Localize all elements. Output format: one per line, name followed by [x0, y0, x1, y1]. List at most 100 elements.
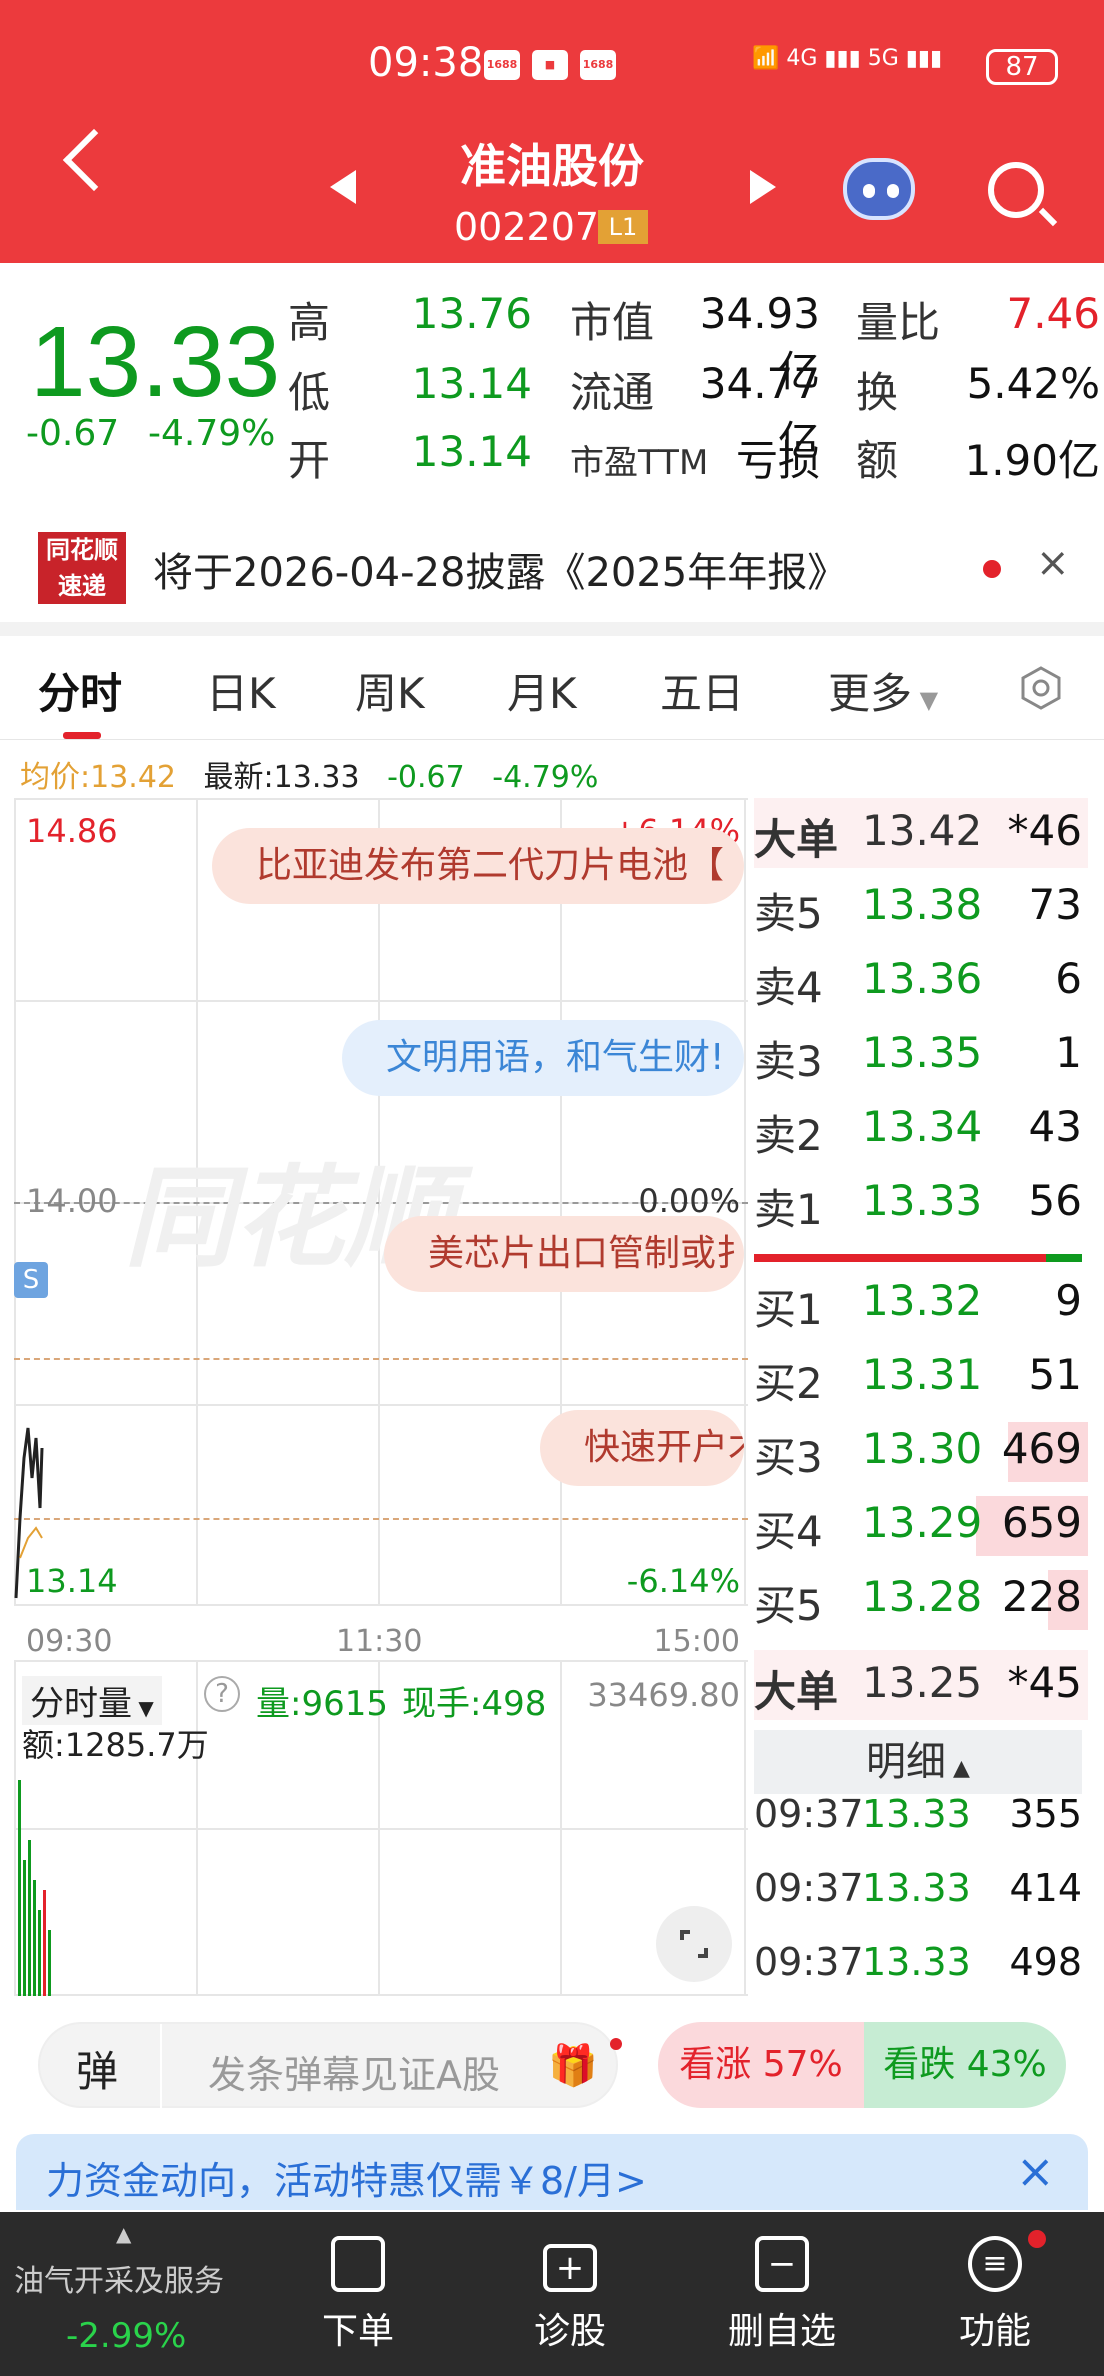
promo-text: 力资金动向，活动特惠仅需￥8/月> — [46, 2159, 647, 2203]
chart-mid-label: 14.00 — [26, 1182, 118, 1220]
ask-row-5[interactable]: 卖5 13.38 73 — [754, 872, 1088, 942]
danmu-bubble[interactable]: 美芯片出口管制或扌 — [384, 1216, 744, 1292]
bid-row-3[interactable]: 买3 13.30 469 — [754, 1416, 1088, 1486]
volratio-label: 量比 — [856, 298, 941, 347]
tick-row: 09:37 13.33 355 — [754, 1792, 1082, 1836]
chart-mid-pct: 0.00% — [638, 1182, 740, 1220]
latest-change-pct: -4.79% — [492, 760, 599, 795]
price-change-pct: -4.79% — [148, 413, 276, 454]
avg-price: 均价:13.42 — [20, 760, 176, 795]
ask-row-2[interactable]: 卖2 13.34 43 — [754, 1094, 1088, 1164]
chart-high-label: 14.86 — [26, 812, 118, 850]
search-icon[interactable] — [988, 162, 1044, 218]
volume-panel: 分时量 ▼ ? 量:9615 现手:498 33469.80 额:1285.7万 — [14, 1660, 748, 1996]
nav-diagnose[interactable]: + 诊股 — [505, 2236, 635, 2354]
amount-value: 1.90亿 — [964, 436, 1100, 485]
latest-change: -0.67 — [387, 760, 465, 795]
signal-icons: 📶 4G ▮▮▮ 5G ▮▮▮ — [752, 46, 943, 71]
notification-icon: ■ — [532, 50, 568, 80]
bid-row-2[interactable]: 买2 13.31 51 — [754, 1342, 1088, 1412]
close-icon[interactable]: × — [1036, 540, 1070, 586]
notification-dot — [1028, 2230, 1046, 2248]
bottom-nav: ▲ 油气开采及服务 -2.99% 下单 + 诊股 − 删自选 ≡ 功能 — [0, 2212, 1104, 2376]
tab-monthly-k[interactable]: 月K — [507, 660, 577, 721]
volume-bars — [18, 1780, 51, 1996]
price-line — [14, 1427, 44, 1599]
ask-row-1[interactable]: 卖1 13.33 56 — [754, 1168, 1088, 1238]
nav-remove-watchlist[interactable]: − 删自选 — [717, 2236, 847, 2354]
sector-name[interactable]: 油气开采及服务 — [14, 2256, 224, 2300]
float-label: 流通 — [570, 368, 655, 417]
next-stock-icon[interactable] — [750, 170, 776, 204]
danmu-bubble[interactable]: 文明用语，和气生财! — [342, 1020, 744, 1096]
buy-sell-ratio-bar — [754, 1254, 1046, 1262]
turnover-value: 5.42% — [966, 359, 1100, 408]
tab-more[interactable]: 更多 ▼ — [828, 660, 938, 721]
notice-text[interactable]: 将于2026-04-28披露《2025年年报》 — [153, 540, 847, 598]
tick-row: 09:37 13.33 498 — [754, 1940, 1082, 1984]
turnover-label: 换 — [856, 368, 899, 417]
minus-icon: − — [755, 2236, 809, 2292]
stock-code: 002207 — [454, 205, 600, 249]
bid-row-4[interactable]: 买4 13.29 659 — [754, 1490, 1088, 1560]
nav-order[interactable]: 下单 — [293, 2236, 423, 2354]
header-bar: 09:38 1688 ■ 1688 📶 4G ▮▮▮ 5G ▮▮▮ 87 准油股… — [0, 0, 1104, 263]
notice-logo: 同花顺 速递 — [38, 532, 126, 604]
high-value: 13.76 — [411, 289, 532, 338]
danmu-icon: 弹 — [76, 2047, 119, 2096]
time-start: 09:30 — [26, 1624, 113, 1659]
latest-price: 最新:13.33 — [203, 760, 360, 795]
ask-row-4[interactable]: 卖4 13.36 6 — [754, 946, 1088, 1016]
gift-icon[interactable]: 🎁 — [548, 2042, 598, 2089]
danmu-input-field[interactable]: 弹 发条弹幕见证A股 🎁 — [38, 2022, 618, 2110]
danmu-placeholder: 发条弹幕见证A股 — [208, 2053, 500, 2097]
level-badge: L1 — [598, 210, 648, 244]
low-label: 低 — [288, 368, 331, 417]
big-sell-row[interactable]: 大单 13.42 *46 — [754, 798, 1088, 868]
bearish-button[interactable]: 看跌 43% — [864, 2022, 1066, 2108]
expand-icon[interactable] — [656, 1906, 732, 1982]
chart-info-line: 均价:13.42 最新:13.33 -0.67 -4.79% — [20, 752, 598, 796]
volume-max: 33469.80 — [587, 1676, 740, 1714]
tab-daily-k[interactable]: 日K — [206, 660, 276, 721]
order-icon — [331, 2236, 385, 2292]
tab-five-day[interactable]: 五日 — [660, 660, 744, 721]
menu-icon: ≡ — [968, 2236, 1022, 2292]
app-badge: 1688 — [484, 50, 520, 80]
low-value: 13.14 — [411, 359, 532, 408]
nav-functions[interactable]: ≡ 功能 — [930, 2236, 1060, 2354]
battery-icon: 87 — [986, 49, 1058, 85]
tab-weekly-k[interactable]: 周K — [355, 660, 425, 721]
price-change: -0.67 — [26, 413, 120, 454]
status-time: 09:38 — [368, 40, 484, 86]
time-end: 15:00 — [653, 1624, 740, 1659]
close-icon[interactable]: × — [1016, 2144, 1055, 2198]
open-label: 开 — [288, 436, 331, 485]
bid-row-1[interactable]: 买1 13.32 9 — [754, 1268, 1088, 1338]
bullish-button[interactable]: 看涨 57% — [658, 2022, 864, 2108]
promo-banner[interactable]: 力资金动向，活动特惠仅需￥8/月> × — [16, 2134, 1088, 2210]
help-icon[interactable]: ? — [204, 1676, 240, 1712]
amount-label: 额 — [856, 436, 899, 485]
tab-intraday[interactable]: 分时 — [38, 660, 122, 721]
chart-low-pct: -6.14% — [626, 1562, 740, 1600]
big-buy-row[interactable]: 大单 13.25 *45 — [754, 1650, 1088, 1720]
robot-assistant-icon[interactable] — [843, 158, 915, 220]
settings-icon[interactable] — [1018, 665, 1064, 711]
volume-value: 量:9615 — [256, 1684, 388, 1724]
divider — [0, 622, 1104, 636]
volume-selector[interactable]: 分时量 ▼ — [22, 1676, 162, 1725]
chevron-up-icon[interactable]: ▲ — [116, 2222, 131, 2246]
bid-row-5[interactable]: 买5 13.28 228 — [754, 1564, 1088, 1634]
ask-row-3[interactable]: 卖3 13.35 1 — [754, 1020, 1088, 1090]
intraday-chart[interactable]: 同花顺 14.86 +6.14% 14.00 0.00% 13.14 -6.14… — [14, 798, 748, 1659]
current-hand: 现手:498 — [402, 1684, 547, 1724]
danmu-bubble[interactable]: 快速开户才 — [540, 1410, 744, 1486]
chart-tabs: 分时 日K 周K 月K 五日 更多 ▼ — [0, 636, 1104, 740]
tab-underline — [63, 732, 101, 739]
pe-label: 市盈TTM — [570, 443, 709, 483]
danmu-bubble[interactable]: 比亚迪发布第二代刀片电池【 — [212, 828, 744, 904]
sector-change: -2.99% — [66, 2316, 187, 2356]
quote-panel: 13.33 -0.67 -4.79% 高 13.76 低 13.14 开 13.… — [0, 263, 1104, 508]
sell-marker[interactable]: S — [14, 1262, 48, 1298]
